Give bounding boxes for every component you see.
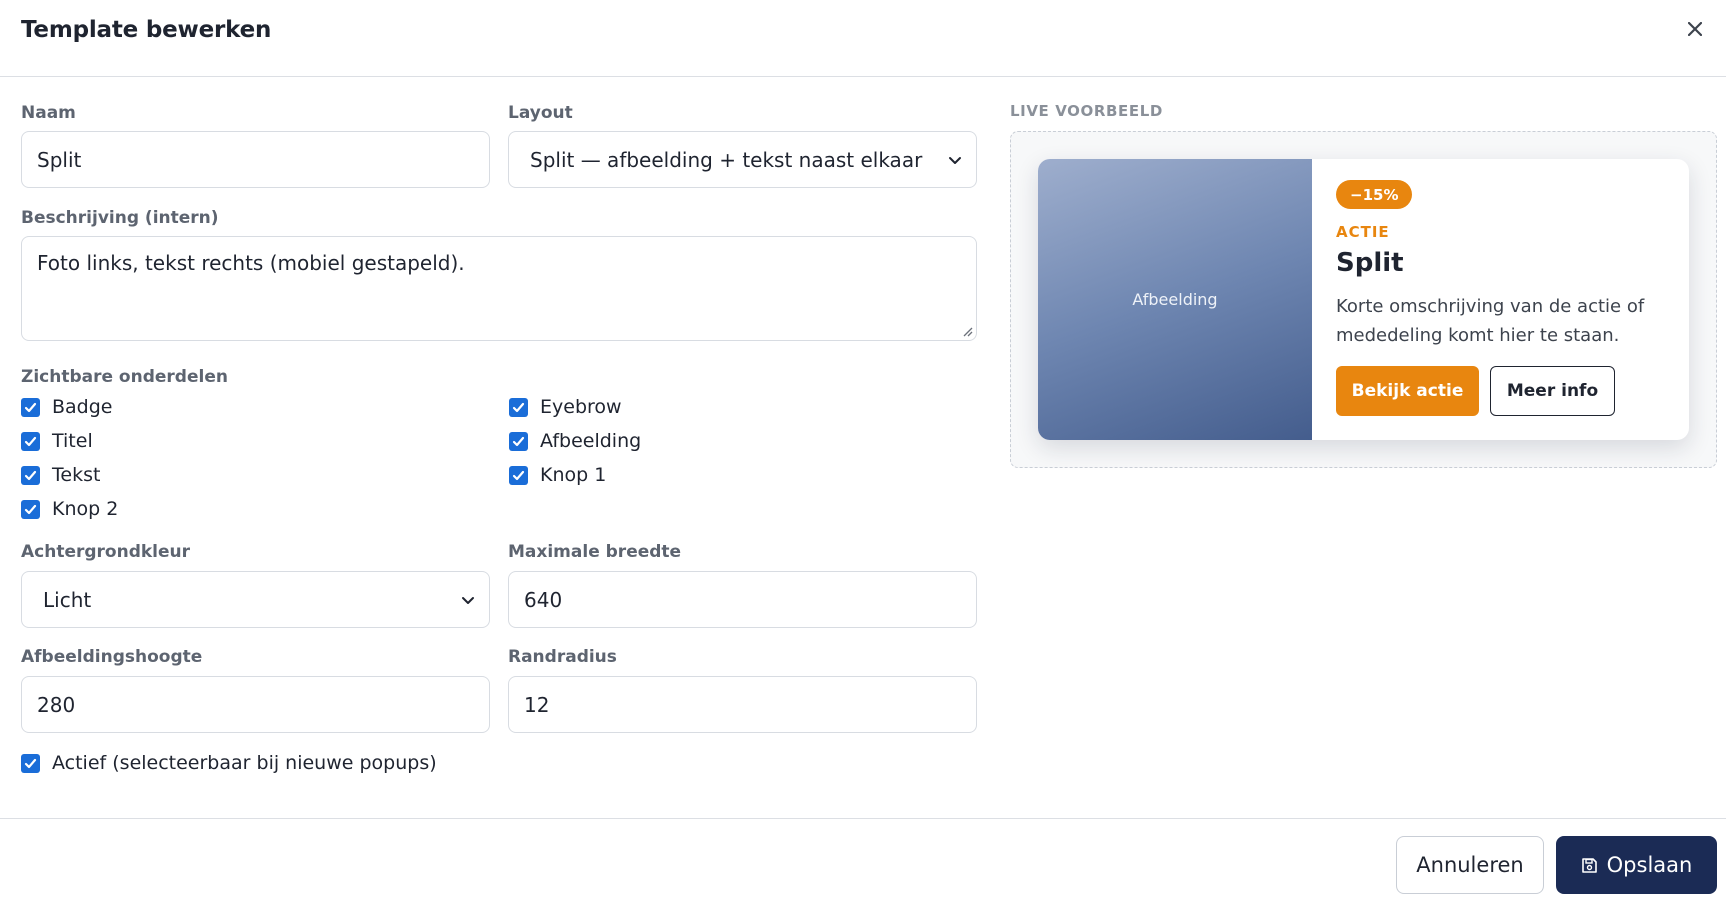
max-width-label: Maximale breedte: [508, 542, 682, 562]
checkbox-tekst[interactable]: Tekst: [21, 464, 100, 486]
image-height-label: Afbeeldingshoogte: [21, 647, 203, 667]
save-button-label: Opslaan: [1606, 853, 1693, 877]
dialog-title: Template bewerken: [21, 17, 272, 43]
checkbox-box[interactable]: [21, 499, 40, 519]
preview-secondary-button[interactable]: Meer info: [1490, 366, 1615, 416]
max-width-input[interactable]: 640: [508, 571, 977, 628]
border-radius-input[interactable]: 12: [508, 676, 977, 733]
image-height-input[interactable]: 280: [21, 676, 490, 733]
close-icon: [1688, 22, 1702, 36]
background-select-value: Licht: [43, 587, 92, 612]
name-label: Naam: [21, 103, 76, 123]
checkbox-box[interactable]: [509, 431, 528, 451]
check-icon: [24, 504, 37, 514]
checkbox-active[interactable]: Actief (selecteerbaar bij nieuwe popups): [21, 752, 437, 774]
checkbox-box[interactable]: [509, 465, 528, 485]
checkbox-label: Knop 1: [540, 464, 607, 486]
preview-text: Korte omschrijving van de actie of meded…: [1336, 296, 1645, 346]
image-height-input-value: 280: [37, 692, 76, 717]
checkbox-label: Eyebrow: [540, 396, 622, 418]
background-select[interactable]: Licht: [21, 571, 490, 628]
chevron-down-icon: [949, 157, 961, 164]
resize-grip-icon[interactable]: [961, 325, 973, 337]
checkbox-titel[interactable]: Titel: [21, 430, 93, 452]
checkbox-label: Knop 2: [52, 498, 119, 520]
check-icon: [512, 436, 525, 446]
close-button[interactable]: [1682, 16, 1708, 42]
checkbox-box[interactable]: [509, 397, 528, 417]
checkbox-box[interactable]: [21, 753, 40, 773]
checkbox-label: Afbeelding: [540, 430, 642, 452]
checkbox-knop-1[interactable]: Knop 1: [509, 464, 606, 486]
description-textarea-value: Foto links, tekst rechts (mobiel gestape…: [37, 251, 465, 275]
preview-title: Split: [1336, 248, 1404, 278]
description-label: Beschrijving (intern): [21, 208, 219, 228]
max-width-input-value: 640: [524, 587, 563, 612]
layout-label: Layout: [508, 103, 573, 123]
checkbox-label: Actief (selecteerbaar bij nieuwe popups): [52, 752, 437, 774]
chevron-down-icon: [462, 597, 474, 604]
preview-image-placeholder: Afbeelding: [1132, 290, 1218, 309]
visible-parts-label: Zichtbare onderdelen: [21, 367, 228, 387]
checkbox-box[interactable]: [21, 431, 40, 451]
preview-label: LIVE VOORBEELD: [1010, 102, 1163, 120]
preview-image: Afbeelding: [1038, 159, 1312, 440]
layout-select[interactable]: Split — afbeelding + tekst naast elkaar: [508, 131, 977, 188]
border-radius-input-value: 12: [524, 692, 550, 717]
save-button[interactable]: Opslaan: [1556, 836, 1717, 894]
background-label: Achtergrondkleur: [21, 542, 191, 562]
border-radius-label: Randradius: [508, 647, 617, 667]
check-icon: [24, 436, 37, 446]
checkbox-afbeelding[interactable]: Afbeelding: [509, 430, 641, 452]
checkbox-box[interactable]: [21, 465, 40, 485]
check-icon: [24, 402, 37, 412]
preview-card: Afbeelding −15% ACTIE Split Korte omschr…: [1038, 159, 1689, 440]
check-icon: [24, 470, 37, 480]
cancel-button[interactable]: Annuleren: [1396, 836, 1544, 894]
preview-eyebrow: ACTIE: [1336, 223, 1390, 241]
checkbox-knop-2[interactable]: Knop 2: [21, 498, 118, 520]
name-input-value: Split: [37, 147, 82, 172]
preview-badge: −15%: [1336, 180, 1413, 209]
name-input[interactable]: Split: [21, 131, 490, 188]
checkbox-label: Badge: [52, 396, 113, 418]
layout-select-value: Split — afbeelding + tekst naast elkaar: [530, 147, 923, 172]
check-icon: [512, 402, 525, 412]
check-icon: [512, 470, 525, 480]
checkbox-box[interactable]: [21, 397, 40, 417]
checkbox-label: Titel: [52, 430, 93, 452]
dialog-header: Template bewerken: [0, 0, 1726, 77]
checkbox-eyebrow[interactable]: Eyebrow: [509, 396, 622, 418]
check-icon: [24, 758, 37, 768]
floppy-disk-icon: [1581, 857, 1597, 873]
preview-primary-button[interactable]: Bekijk actie: [1336, 366, 1479, 416]
checkbox-label: Tekst: [52, 464, 101, 486]
description-textarea[interactable]: Foto links, tekst rechts (mobiel gestape…: [21, 236, 977, 341]
checkbox-badge[interactable]: Badge: [21, 396, 113, 418]
